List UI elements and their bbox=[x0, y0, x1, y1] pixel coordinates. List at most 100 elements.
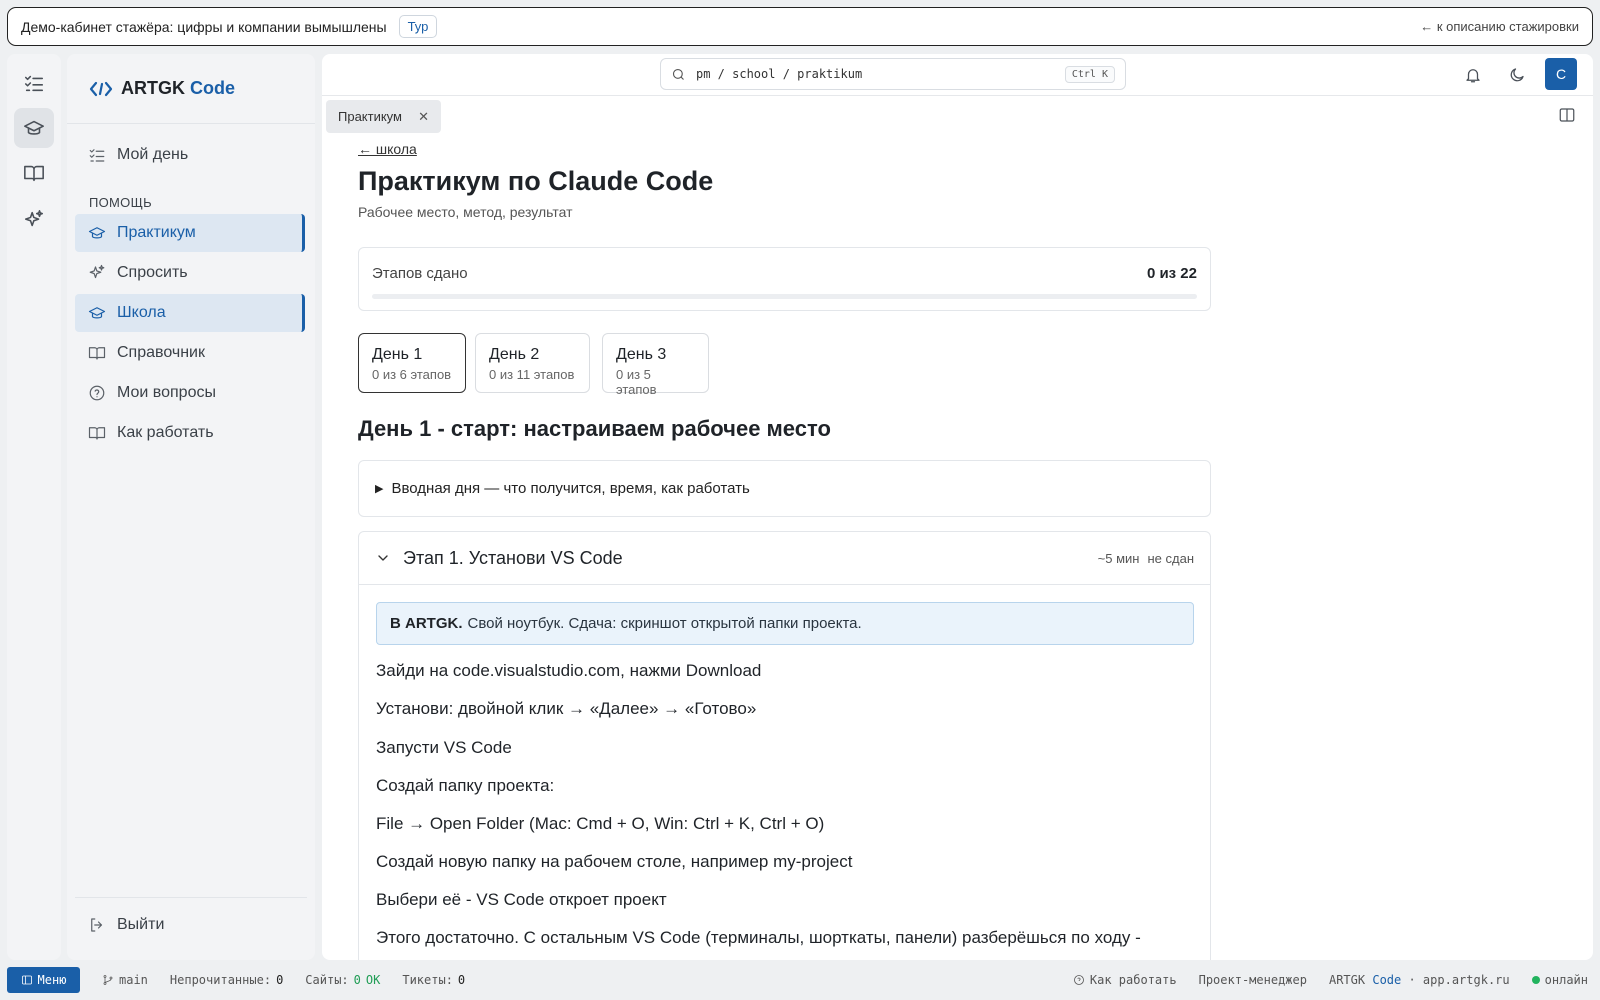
top-bar: pm / school / praktikum Ctrl K С bbox=[322, 54, 1593, 96]
triangle-right-icon: ▶ bbox=[375, 483, 384, 495]
sidebar-item-school[interactable]: Школа bbox=[75, 294, 305, 332]
sites-count: 0 bbox=[353, 973, 361, 987]
day-tab-3[interactable]: День 3 0 из 5 этапов bbox=[602, 333, 709, 397]
sparkles-icon bbox=[24, 210, 44, 227]
stage-status: не сдан bbox=[1147, 550, 1194, 566]
sidebar-divider bbox=[67, 123, 315, 124]
unread-count: 0 bbox=[276, 973, 284, 987]
theme-toggle-button[interactable] bbox=[1501, 59, 1533, 91]
sidebar-item-label: Спросить bbox=[117, 264, 188, 281]
day-tab-progress: 0 из 5 этапов bbox=[616, 367, 657, 397]
branch-indicator[interactable]: main bbox=[102, 973, 148, 987]
day-tab-progress: 0 из 11 этапов bbox=[489, 367, 575, 382]
sidebar-item-label: Как работать bbox=[117, 424, 214, 441]
branch-name: main bbox=[119, 973, 148, 987]
chevron-down-icon bbox=[378, 555, 388, 561]
sidebar-item-how-to-work[interactable]: Как работать bbox=[75, 414, 305, 452]
stage-step: Этого достаточно. С остальным VS Code (т… bbox=[376, 928, 1141, 947]
sidebar-item-my-questions[interactable]: Мои вопросы bbox=[75, 374, 305, 412]
rail-ask-button[interactable] bbox=[14, 200, 54, 240]
book-icon bbox=[88, 347, 106, 360]
rail-reference-button[interactable] bbox=[14, 153, 54, 193]
rail-my-day-button[interactable] bbox=[14, 63, 54, 103]
search-icon bbox=[672, 68, 684, 80]
git-branch-icon bbox=[103, 975, 113, 985]
icon-rail bbox=[7, 54, 61, 960]
callout-bold-text: В ARTGK. bbox=[390, 615, 463, 632]
stage-step: Установи: двойной клик → «Далее» → «Гото… bbox=[376, 699, 757, 718]
stage-header[interactable]: Этап 1. Установи VS Code ~5 мин не сдан bbox=[359, 532, 1210, 585]
book-icon bbox=[88, 427, 106, 440]
page-subtitle: Рабочее место, метод, результат bbox=[358, 204, 573, 220]
back-to-school-link[interactable]: ← школа bbox=[358, 141, 417, 157]
sites-indicator[interactable]: Сайты: 0 OK bbox=[305, 973, 380, 987]
day-intro-expander[interactable]: ▶ Вводная дня — что получится, время, ка… bbox=[358, 460, 1211, 517]
brand-domain: ARTGK Code · app.artgk.ru bbox=[1328, 973, 1510, 987]
sidebar-section-help: ПОМОЩЬ bbox=[89, 195, 152, 210]
progress-value: 0 из 22 bbox=[1146, 265, 1197, 282]
tour-button[interactable]: Тур bbox=[398, 15, 438, 38]
callout-text: Свой ноутбук. Сдача: скриншот открытой п… bbox=[467, 615, 862, 632]
graduation-cap-icon bbox=[88, 307, 106, 319]
how-to-work-label: Как работать bbox=[1089, 973, 1177, 987]
tickets-indicator[interactable]: Тикеты: 0 bbox=[402, 973, 465, 987]
tickets-label: Тикеты: bbox=[402, 973, 453, 987]
main-panel: pm / school / praktikum Ctrl K С Практик… bbox=[322, 54, 1593, 960]
how-to-work-link[interactable]: Как работать bbox=[1073, 973, 1177, 987]
unread-indicator[interactable]: Непрочитанные: 0 bbox=[170, 973, 283, 987]
demo-banner: Демо-кабинет стажёра: цифры и компании в… bbox=[7, 7, 1593, 46]
logout-button[interactable]: Выйти bbox=[75, 906, 305, 944]
sidebar-item-praktikum[interactable]: Практикум bbox=[75, 214, 305, 252]
bell-icon bbox=[1466, 69, 1480, 83]
sidebar-divider bbox=[75, 897, 307, 898]
online-label: онлайн bbox=[1544, 973, 1588, 987]
sites-label: Сайты: bbox=[305, 973, 349, 987]
menu-button[interactable]: Меню bbox=[7, 967, 80, 993]
tab-label: Практикум bbox=[338, 109, 402, 124]
close-icon[interactable]: ✕ bbox=[418, 109, 429, 125]
back-to-internship-link[interactable]: ← к описанию стажировки bbox=[1420, 19, 1579, 34]
day-tab-2[interactable]: День 2 0 из 11 этапов bbox=[475, 333, 590, 393]
status-bar-right: Как работать Проект-менеджер ARTGK Code … bbox=[1073, 973, 1600, 987]
graduation-cap-icon bbox=[88, 227, 106, 239]
stage-step: Зайди на code.visualstudio.com, нажми Do… bbox=[376, 661, 762, 680]
sites-ok-status: OK bbox=[365, 973, 381, 987]
sidebar-item-label: Мои вопросы bbox=[117, 384, 216, 401]
logout-label: Выйти bbox=[117, 916, 165, 933]
code-logo-icon bbox=[89, 81, 113, 96]
avatar[interactable]: С bbox=[1545, 58, 1577, 90]
menu-label: Меню bbox=[37, 973, 67, 987]
sidebar-item-label: Практикум bbox=[117, 224, 196, 241]
progress-card: Этапов сдано 0 из 22 bbox=[358, 247, 1211, 311]
day-tab-progress: 0 из 6 этапов bbox=[372, 367, 452, 382]
sidebar-item-ask[interactable]: Спросить bbox=[75, 254, 305, 292]
notifications-button[interactable] bbox=[1457, 59, 1489, 91]
stage-step: File → Open Folder (Mac: Cmd + O, Win: C… bbox=[376, 814, 825, 833]
day-heading: День 1 - старт: настраиваем рабочее мест… bbox=[358, 416, 831, 441]
sidebar-item-my-day[interactable]: Мой день bbox=[75, 136, 305, 174]
status-bar: Меню main Непрочитанные: 0 Сайты: 0 OK Т… bbox=[0, 966, 1600, 994]
sparkles-icon bbox=[89, 264, 105, 279]
search-input[interactable]: pm / school / praktikum Ctrl K bbox=[660, 58, 1126, 90]
online-status: онлайн bbox=[1531, 973, 1588, 987]
day-tab-title: День 3 bbox=[616, 346, 667, 363]
day-tab-1[interactable]: День 1 0 из 6 этапов bbox=[358, 333, 466, 393]
app-logo[interactable]: ARTGK Code bbox=[89, 78, 235, 99]
role-label: Проект-менеджер bbox=[1198, 973, 1307, 987]
sidebar: ARTGK Code Мой день ПОМОЩЬ Практикум Спр… bbox=[67, 54, 315, 960]
demo-banner-text: Демо-кабинет стажёра: цифры и компании в… bbox=[21, 18, 387, 35]
split-panel-icon bbox=[1559, 108, 1575, 122]
split-view-button[interactable] bbox=[1558, 106, 1580, 128]
search-path-text: pm / school / praktikum bbox=[696, 67, 863, 81]
progress-bar bbox=[372, 294, 1197, 299]
sidebar-item-reference[interactable]: Справочник bbox=[75, 334, 305, 372]
sidebar-item-label: Мой день bbox=[117, 146, 189, 163]
stage-callout: В ARTGK. Свой ноутбук. Сдача: скриншот о… bbox=[376, 602, 1194, 645]
day-tab-title: День 2 bbox=[489, 346, 540, 363]
rail-school-button[interactable] bbox=[14, 108, 54, 148]
question-circle-icon bbox=[89, 385, 105, 401]
tab-praktikum[interactable]: Практикум ✕ bbox=[326, 100, 441, 133]
sidebar-item-label: Справочник bbox=[117, 344, 205, 361]
tickets-count: 0 bbox=[457, 973, 466, 987]
book-icon bbox=[24, 165, 44, 182]
